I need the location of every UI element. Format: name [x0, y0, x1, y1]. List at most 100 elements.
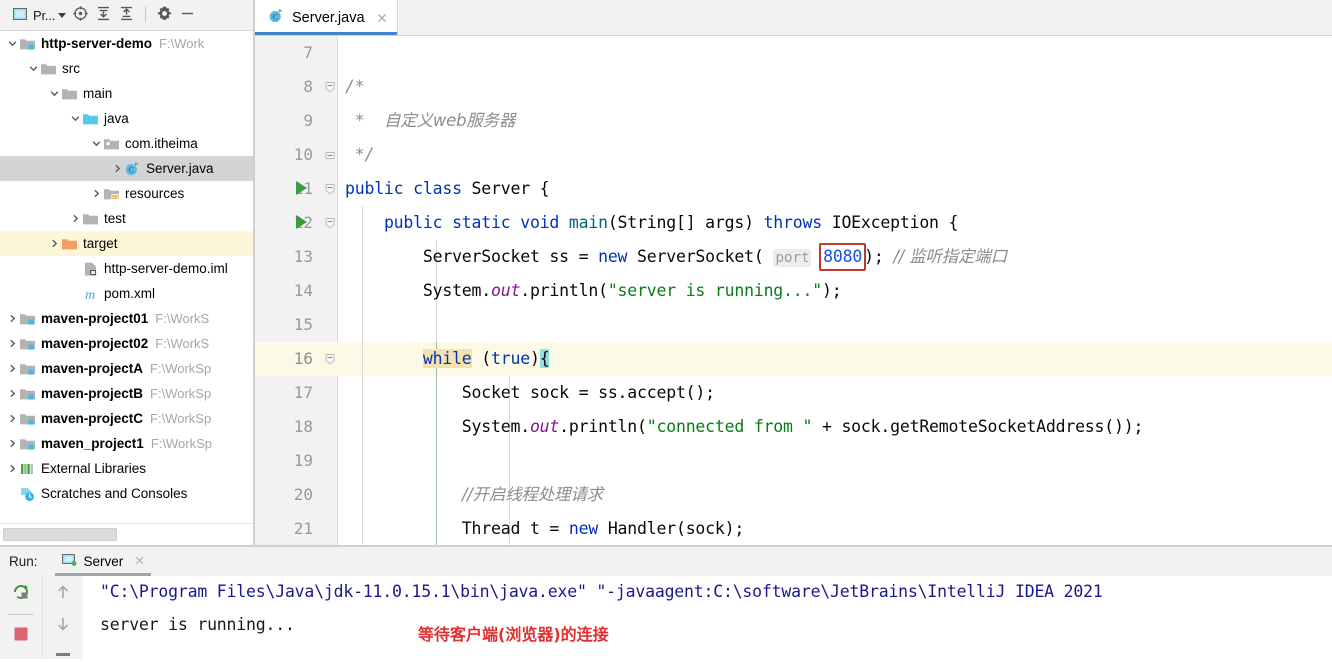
tree-node-http-server-demo-iml[interactable]: http-server-demo.iml [0, 256, 253, 281]
tree-node-resources[interactable]: resources [0, 181, 253, 206]
code-line-21[interactable]: 21 Thread t = new Handler(sock); [255, 512, 1332, 545]
chevron-right-icon[interactable] [69, 212, 82, 225]
tree-node-maven-project01[interactable]: maven-project01 F:\WorkS [0, 306, 253, 331]
tree-node-com-itheima[interactable]: com.itheima [0, 131, 253, 156]
chevron-down-icon[interactable] [27, 62, 40, 75]
fold-toggle-icon[interactable] [323, 214, 337, 231]
java-class-icon: C [268, 8, 284, 27]
tree-node-path: F:\Work [159, 36, 205, 51]
tree-node-maven-projectb[interactable]: maven-projectB F:\WorkSp [0, 381, 253, 406]
code-line-18[interactable]: 18 System.out.println("connected from " … [255, 410, 1332, 444]
code-line-9[interactable]: 9 * 自定义web服务器 [255, 104, 1332, 138]
hide-panel-button[interactable] [176, 3, 199, 27]
tree-node-maven-project1[interactable]: maven_project1 F:\WorkSp [0, 431, 253, 456]
chevron-right-icon[interactable] [6, 312, 19, 325]
tree-node-maven-project02[interactable]: maven-project02 F:\WorkS [0, 331, 253, 356]
tree-node-path: F:\WorkS [155, 311, 210, 326]
chevron-right-icon[interactable] [6, 337, 19, 350]
code-line-19[interactable]: 19 [255, 444, 1332, 478]
code-editor[interactable]: 7 8/* 9 * 自定义web服务器 10 */11 public class Ser… [255, 36, 1332, 545]
line-number: 20 [293, 485, 313, 504]
chevron-right-icon[interactable] [48, 237, 61, 250]
code-line-10[interactable]: 10 */ [255, 138, 1332, 172]
chevron-down-icon[interactable] [6, 37, 19, 50]
chevron-right-icon[interactable] [90, 187, 103, 200]
chevron-down-icon[interactable] [69, 112, 82, 125]
tree-node-pom-xml[interactable]: m pom.xml [0, 281, 253, 306]
stop-icon[interactable] [11, 624, 31, 647]
chevron-right-icon[interactable] [6, 437, 19, 450]
code-line-11[interactable]: 11 public class Server { [255, 172, 1332, 206]
tree-node-label: main [83, 86, 113, 101]
console-output[interactable]: "C:\Program Files\Java\jdk-11.0.15.1\bin… [83, 576, 1332, 659]
fold-toggle-icon[interactable] [323, 78, 337, 95]
tree-node-path: F:\WorkSp [150, 436, 212, 451]
code-line-17[interactable]: 17 Socket sock = ss.accept(); [255, 376, 1332, 410]
maven-pom-icon: m [82, 286, 99, 302]
project-view-selector[interactable]: Pr... [9, 3, 69, 27]
scroll-up-icon[interactable] [54, 583, 72, 604]
editor-tab-server-java[interactable]: C Server.java [255, 0, 398, 35]
soft-wrap-icon[interactable] [54, 647, 72, 662]
folder-icon [82, 211, 99, 227]
close-icon[interactable] [376, 12, 388, 24]
run-tab-server[interactable]: Server [54, 547, 152, 576]
select-opened-file-button[interactable] [69, 3, 92, 27]
scrollbar-thumb[interactable] [3, 528, 117, 541]
settings-button[interactable] [153, 3, 176, 27]
code-line-16[interactable]: 16 while (true){ [255, 342, 1332, 376]
svg-text:m: m [85, 288, 95, 302]
tree-node-target[interactable]: target [0, 231, 253, 256]
expand-all-button[interactable] [92, 3, 115, 27]
fold-toggle-icon[interactable] [323, 350, 337, 367]
line-number: 17 [293, 383, 313, 402]
module-folder-icon [19, 36, 36, 52]
project-tree[interactable]: http-server-demo F:\Work src main java com.it… [0, 31, 253, 523]
tree-node-label: maven_project1 [41, 436, 144, 451]
code-line-7[interactable]: 7 [255, 36, 1332, 70]
tree-node-scratches-and-consoles[interactable]: Scratches and Consoles [0, 481, 253, 506]
chevron-right-icon[interactable] [6, 362, 19, 375]
project-view-label: Pr... [33, 7, 56, 23]
tree-node-http-server-demo[interactable]: http-server-demo F:\Work [0, 31, 253, 56]
module-folder-icon [19, 436, 36, 452]
tree-node-src[interactable]: src [0, 56, 253, 81]
tree-node-maven-projectc[interactable]: maven-projectC F:\WorkSp [0, 406, 253, 431]
tree-node-label: http-server-demo.iml [104, 261, 228, 276]
code-line-14[interactable]: 14 System.out.println("server is running… [255, 274, 1332, 308]
tree-node-label: maven-project02 [41, 336, 149, 351]
indent-guide [362, 444, 363, 478]
close-icon[interactable] [134, 554, 145, 569]
chevron-right-icon[interactable] [111, 162, 124, 175]
line-number: 7 [303, 43, 313, 62]
line-number: 15 [293, 315, 313, 334]
run-gutter-icon[interactable] [296, 215, 307, 229]
chevron-down-icon[interactable] [48, 87, 61, 100]
chevron-right-icon[interactable] [6, 412, 19, 425]
scroll-down-icon[interactable] [54, 615, 72, 636]
rerun-icon[interactable] [11, 582, 31, 605]
code-line-12[interactable]: 12 public static void main(String[] args… [255, 206, 1332, 240]
chevron-down-icon[interactable] [90, 137, 103, 150]
line-number: 16 [293, 349, 313, 368]
code-line-15[interactable]: 15 [255, 308, 1332, 342]
tree-node-external-libraries[interactable]: External Libraries [0, 456, 253, 481]
code-line-20[interactable]: 20 //开启线程处理请求 [255, 478, 1332, 512]
fold-toggle-icon[interactable] [323, 180, 337, 197]
collapse-all-button[interactable] [115, 3, 138, 27]
editor-tab-bar: C Server.java [255, 0, 1332, 36]
tree-node-java[interactable]: java [0, 106, 253, 131]
chevron-right-icon[interactable] [6, 462, 19, 475]
tree-node-label: resources [125, 186, 185, 201]
project-horizontal-scrollbar[interactable] [0, 523, 253, 546]
code-line-13[interactable]: 13 ServerSocket ss = new ServerSocket( p… [255, 240, 1332, 274]
tree-node-main[interactable]: main [0, 81, 253, 106]
fold-toggle-icon[interactable] [323, 146, 337, 163]
java-class-icon: C [124, 161, 141, 177]
tree-node-server-java[interactable]: C Server.java [0, 156, 253, 181]
chevron-right-icon[interactable] [6, 387, 19, 400]
code-line-8[interactable]: 8 /* [255, 70, 1332, 104]
run-gutter-icon[interactable] [296, 181, 307, 195]
tree-node-test[interactable]: test [0, 206, 253, 231]
tree-node-maven-projecta[interactable]: maven-projectA F:\WorkSp [0, 356, 253, 381]
